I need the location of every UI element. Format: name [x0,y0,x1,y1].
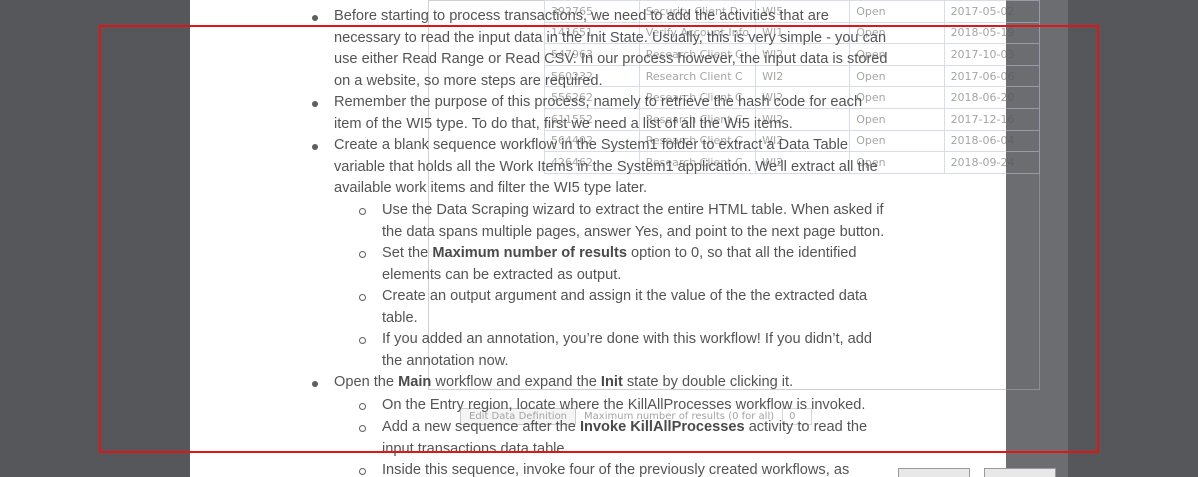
bullet-dot [312,15,318,21]
subitem-invoke-workflows: Inside this sequence, invoke four of the… [382,460,910,477]
highlight-selection-rectangle [99,25,1099,453]
text-line: Inside this sequence, invoke four of the… [382,462,850,477]
bullet-circle [359,468,366,475]
